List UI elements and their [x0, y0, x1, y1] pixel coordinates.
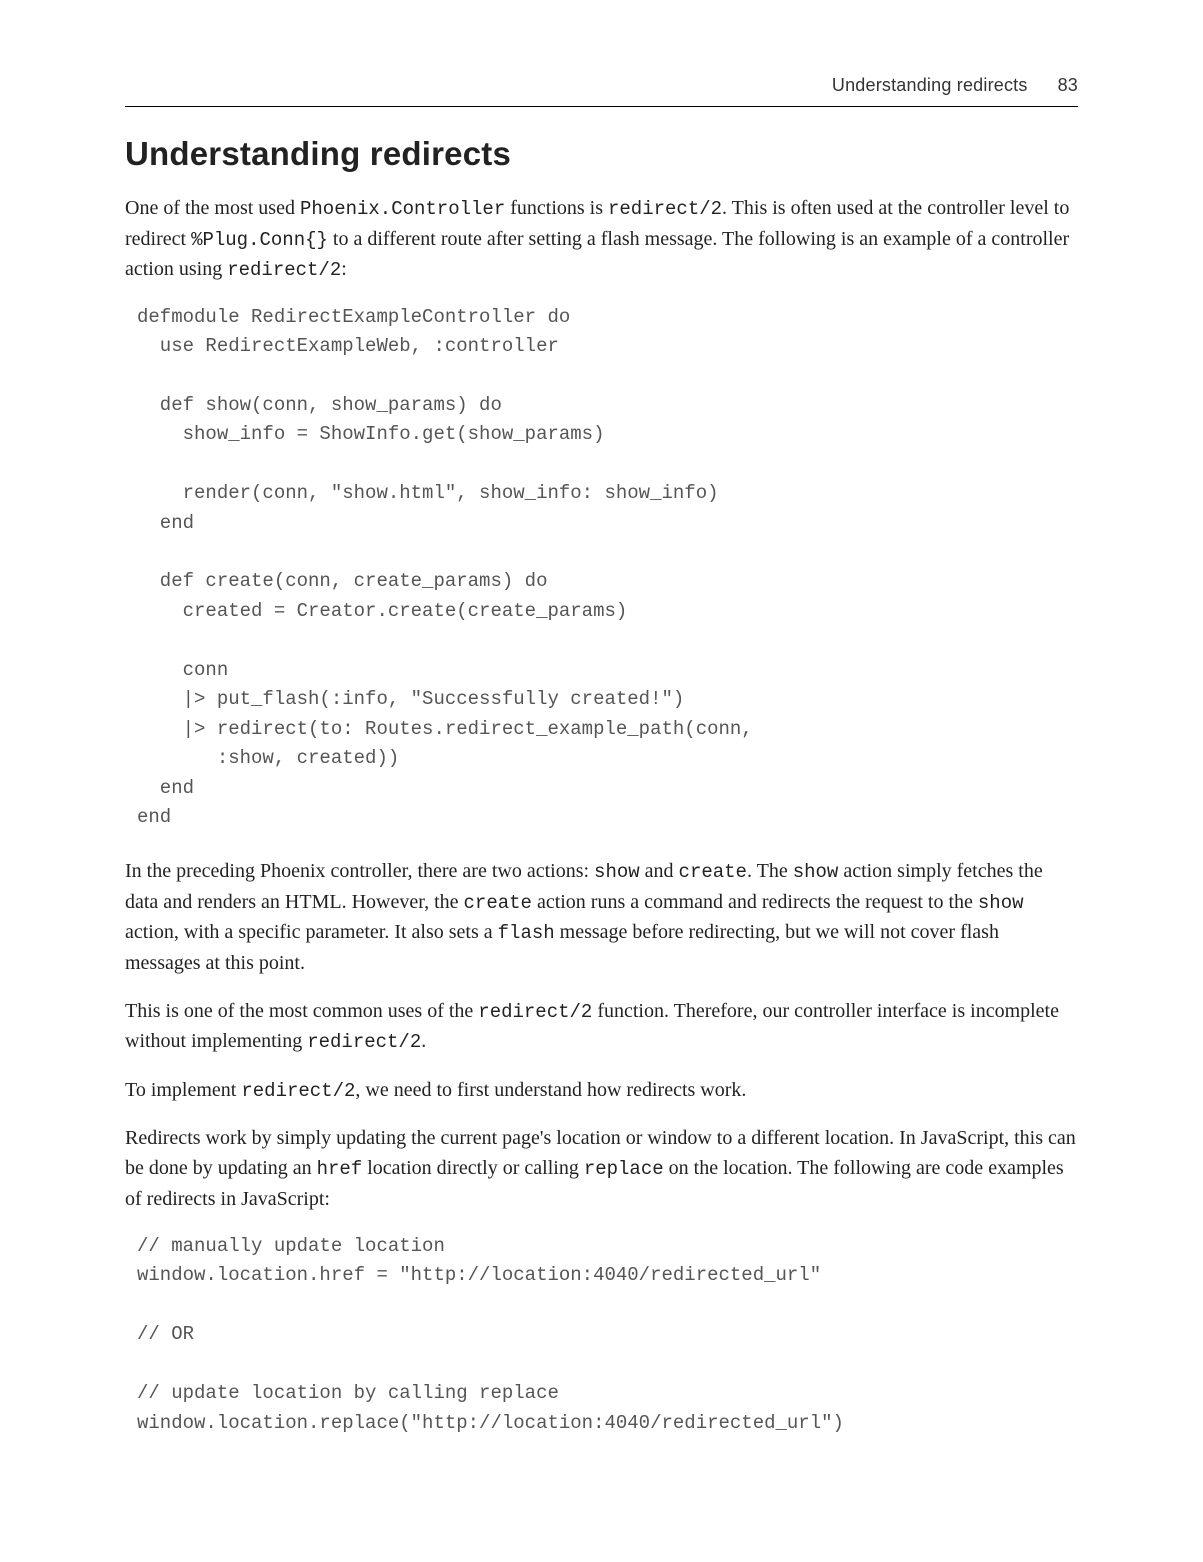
text: :	[341, 258, 347, 280]
inline-code: show	[978, 892, 1024, 914]
inline-code: redirect/2	[307, 1031, 421, 1053]
running-title: Understanding redirects	[832, 75, 1028, 95]
inline-code: redirect/2	[608, 198, 722, 220]
text: action, with a specific parameter. It al…	[125, 921, 498, 943]
section-title: Understanding redirects	[125, 135, 1078, 173]
inline-code: flash	[498, 922, 555, 944]
text: This is one of the most common uses of t…	[125, 1000, 478, 1022]
code-block-2: // manually update location window.locat…	[137, 1232, 1078, 1438]
text: To implement	[125, 1079, 241, 1101]
text: , we need to first understand how redire…	[355, 1079, 746, 1101]
paragraph-2: In the preceding Phoenix controller, the…	[125, 856, 1078, 978]
text: .	[421, 1030, 426, 1052]
paragraph-3: This is one of the most common uses of t…	[125, 996, 1078, 1057]
text: location directly or calling	[362, 1157, 584, 1179]
inline-code: show	[594, 861, 640, 883]
inline-code: show	[793, 861, 839, 883]
inline-code: Phoenix.Controller	[300, 198, 505, 220]
paragraph-1: One of the most used Phoenix.Controller …	[125, 193, 1078, 285]
inline-code: redirect/2	[227, 259, 341, 281]
paragraph-4: To implement redirect/2, we need to firs…	[125, 1075, 1078, 1106]
inline-code: href	[317, 1158, 363, 1180]
inline-code: create	[464, 892, 532, 914]
paragraph-5: Redirects work by simply updating the cu…	[125, 1123, 1078, 1214]
header-rule	[125, 106, 1078, 107]
inline-code: redirect/2	[241, 1080, 355, 1102]
text: functions is	[505, 197, 608, 219]
inline-code: redirect/2	[478, 1001, 592, 1023]
code-block-1: defmodule RedirectExampleController do u…	[137, 303, 1078, 833]
inline-code: create	[679, 861, 747, 883]
text: and	[640, 860, 679, 882]
inline-code: %Plug.Conn{}	[191, 229, 328, 251]
page: Understanding redirects 83 Understanding …	[0, 0, 1203, 1562]
text: action runs a command and redirects the …	[532, 891, 978, 913]
text: One of the most used	[125, 197, 300, 219]
running-header: Understanding redirects 83	[125, 75, 1078, 96]
text: . The	[747, 860, 793, 882]
page-number: 83	[1058, 75, 1078, 95]
text: In the preceding Phoenix controller, the…	[125, 860, 594, 882]
inline-code: replace	[584, 1158, 664, 1180]
